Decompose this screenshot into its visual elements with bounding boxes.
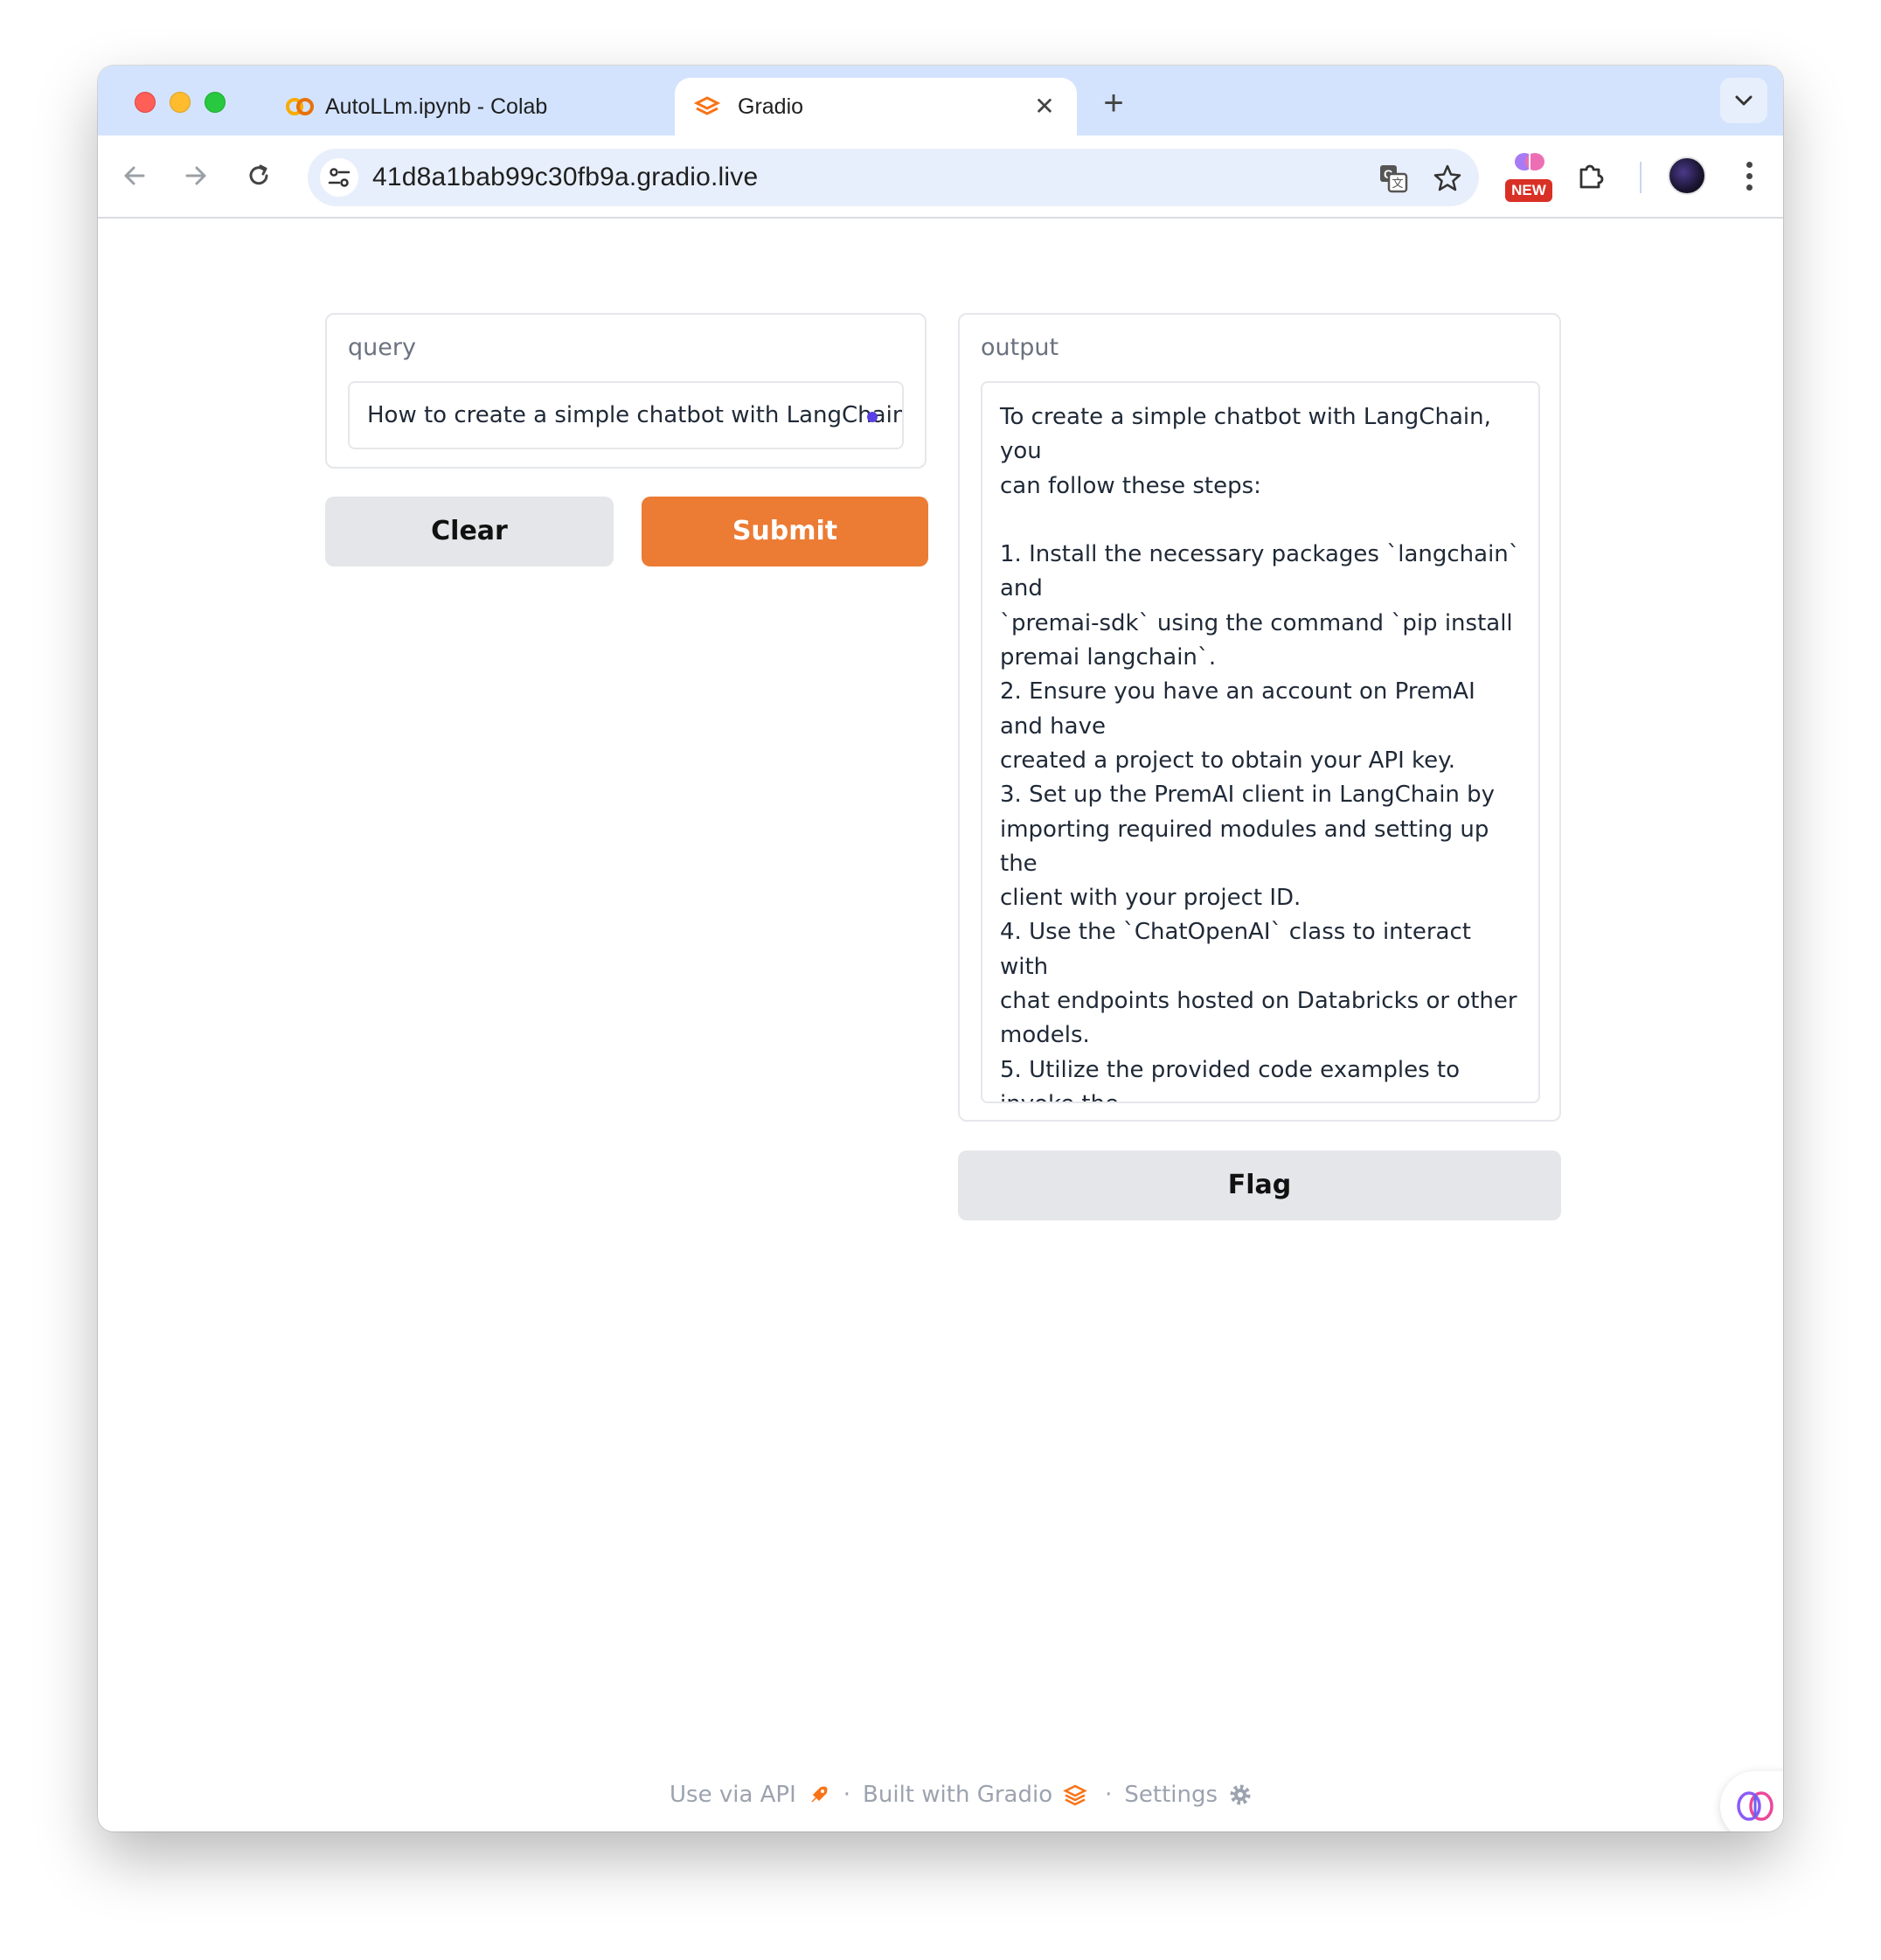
built-with-gradio-link[interactable]: Built with Gradio (863, 1782, 1052, 1808)
chevron-down-icon (1735, 95, 1753, 106)
back-button[interactable] (115, 156, 154, 195)
profile-avatar[interactable] (1668, 156, 1706, 195)
extension-new-button[interactable]: NEW (1505, 153, 1554, 202)
brain-icon (1515, 153, 1544, 170)
query-value: How to create a simple chatbot with Lang… (367, 402, 904, 428)
output-textbox[interactable]: To create a simple chatbot with LangChai… (981, 381, 1540, 1103)
address-bar[interactable]: 41d8a1bab99c30fb9a.gradio.live G 文 (308, 149, 1479, 206)
more-vert-icon (1746, 161, 1753, 168)
close-window-button[interactable] (135, 92, 156, 113)
minimize-window-button[interactable] (170, 92, 191, 113)
output-block: output To create a simple chatbot with L… (958, 313, 1561, 1122)
settings-link[interactable]: Settings (1124, 1782, 1218, 1808)
footer-separator: · (1105, 1782, 1113, 1808)
arrow-left-icon (124, 166, 145, 185)
footer-separator: · (843, 1782, 851, 1808)
tab-strip: AutoLLm.ipynb - Colab ✕ Gradio ✕ + (98, 66, 1783, 136)
flag-button[interactable]: Flag (958, 1150, 1561, 1220)
gear-icon (1230, 1784, 1251, 1805)
close-icon[interactable]: ✕ (1030, 92, 1059, 122)
tab-search-button[interactable] (1720, 78, 1767, 123)
new-tab-button[interactable]: + (1094, 85, 1133, 123)
toolbar-divider (1640, 162, 1642, 193)
star-icon[interactable] (1430, 161, 1465, 196)
browser-menu-button[interactable] (1736, 156, 1762, 195)
new-badge: NEW (1505, 179, 1552, 202)
submit-button[interactable]: Submit (642, 497, 928, 566)
browser-toolbar: 41d8a1bab99c30fb9a.gradio.live G 文 NEW (98, 136, 1783, 219)
use-via-api-link[interactable]: Use via API (670, 1782, 796, 1808)
output-label: output (981, 334, 1059, 361)
site-settings-icon[interactable] (320, 158, 358, 197)
tab-title: AutoLLm.ipynb - Colab (325, 94, 548, 119)
grammarly-dot-icon[interactable] (867, 412, 878, 422)
tab-gradio[interactable]: Gradio ✕ (675, 78, 1077, 136)
puzzle-icon (1579, 164, 1604, 189)
colab-icon (285, 95, 315, 118)
rocket-icon (811, 1786, 828, 1803)
extensions-button[interactable] (1572, 156, 1610, 195)
output-text: To create a simple chatbot with LangChai… (1000, 404, 1520, 1102)
gradio-page: query How to create a simple chatbot wit… (98, 219, 1783, 1831)
clear-button[interactable]: Clear (325, 497, 614, 566)
translate-icon[interactable]: G 文 (1376, 161, 1411, 196)
arrow-right-icon (185, 166, 206, 185)
reload-button[interactable] (239, 156, 278, 195)
query-label: query (348, 334, 416, 361)
assistant-launcher-button[interactable] (1720, 1771, 1783, 1831)
gradio-logo-icon (1063, 1784, 1087, 1806)
brain-icon (1737, 1791, 1773, 1821)
browser-window: AutoLLm.ipynb - Colab ✕ Gradio ✕ + (98, 66, 1783, 1831)
svg-text:文: 文 (1392, 177, 1403, 191)
tab-title: Gradio (738, 94, 804, 119)
query-input[interactable]: How to create a simple chatbot with Lang… (348, 381, 904, 449)
gradio-icon (693, 95, 724, 118)
url-text[interactable]: 41d8a1bab99c30fb9a.gradio.live (372, 163, 758, 192)
reload-icon (249, 164, 268, 185)
query-block: query How to create a simple chatbot wit… (325, 313, 927, 469)
maximize-window-button[interactable] (205, 92, 226, 113)
forward-button[interactable] (177, 156, 215, 195)
